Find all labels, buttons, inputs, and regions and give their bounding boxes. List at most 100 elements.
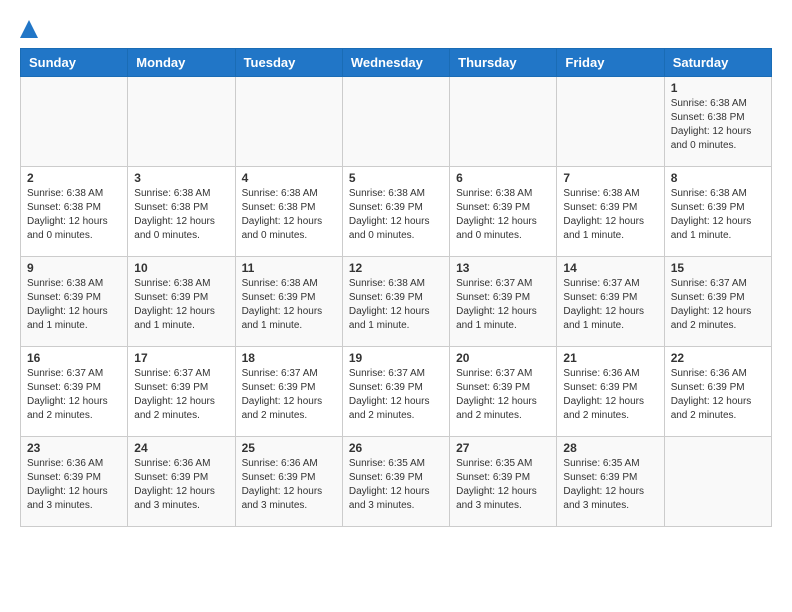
calendar-cell: 24 Sunrise: 6:36 AM Sunset: 6:39 PM Dayli… <box>128 437 235 527</box>
logo-icon <box>20 20 38 38</box>
calendar-header-row: SundayMondayTuesdayWednesdayThursdayFrid… <box>21 49 772 77</box>
day-number: 28 <box>563 441 657 455</box>
day-number: 23 <box>27 441 121 455</box>
calendar-cell <box>128 77 235 167</box>
calendar-cell: 12Sunrise: 6:38 AM Sunset: 6:39 PM Dayli… <box>342 257 449 347</box>
day-number: 7 <box>563 171 657 185</box>
calendar-week-1: 1 Sunrise: 6:38 AM Sunset: 6:38 PM Daylig… <box>21 77 772 167</box>
day-info: Sunrise: 6:38 AM Sunset: 6:38 PM Dayligh… <box>27 187 121 243</box>
day-info: Sunrise: 6:36 AM Sunset: 6:39 PM Dayligh… <box>671 367 765 423</box>
day-number: 14 <box>563 261 657 275</box>
day-number: 24 <box>134 441 228 455</box>
day-info: Sunrise: 6:38 AM Sunset: 6:38 PM Dayligh… <box>242 187 336 243</box>
day-number: 9 <box>27 261 121 275</box>
day-number: 11 <box>242 261 336 275</box>
header-monday: Monday <box>128 49 235 77</box>
calendar-cell: 5 Sunrise: 6:38 AM Sunset: 6:39 PM Daylig… <box>342 167 449 257</box>
calendar-cell: 22 Sunrise: 6:36 AM Sunset: 6:39 PM Dayli… <box>664 347 771 437</box>
day-number: 1 <box>671 81 765 95</box>
calendar-cell: 11Sunrise: 6:38 AM Sunset: 6:39 PM Dayli… <box>235 257 342 347</box>
calendar-cell: 13 Sunrise: 6:37 AM Sunset: 6:39 PM Dayli… <box>450 257 557 347</box>
calendar-cell: 14 Sunrise: 6:37 AM Sunset: 6:39 PM Dayli… <box>557 257 664 347</box>
logo <box>20 20 38 38</box>
day-number: 13 <box>456 261 550 275</box>
header-saturday: Saturday <box>664 49 771 77</box>
calendar-cell: 7 Sunrise: 6:38 AM Sunset: 6:39 PM Daylig… <box>557 167 664 257</box>
day-info: Sunrise: 6:38 AM Sunset: 6:38 PM Dayligh… <box>134 187 228 243</box>
calendar-cell: 27 Sunrise: 6:35 AM Sunset: 6:39 PM Dayli… <box>450 437 557 527</box>
calendar-cell: 3 Sunrise: 6:38 AM Sunset: 6:38 PM Daylig… <box>128 167 235 257</box>
calendar-cell <box>342 77 449 167</box>
day-number: 22 <box>671 351 765 365</box>
calendar-cell <box>235 77 342 167</box>
calendar-table: SundayMondayTuesdayWednesdayThursdayFrid… <box>20 48 772 527</box>
calendar-week-4: 16 Sunrise: 6:37 AM Sunset: 6:39 PM Dayli… <box>21 347 772 437</box>
day-info: Sunrise: 6:38 AM Sunset: 6:39 PM Dayligh… <box>349 277 443 333</box>
day-info: Sunrise: 6:38 AM Sunset: 6:38 PM Dayligh… <box>671 97 765 153</box>
calendar-cell <box>557 77 664 167</box>
day-info: Sunrise: 6:36 AM Sunset: 6:39 PM Dayligh… <box>563 367 657 423</box>
day-number: 3 <box>134 171 228 185</box>
day-number: 21 <box>563 351 657 365</box>
calendar-week-5: 23 Sunrise: 6:36 AM Sunset: 6:39 PM Dayli… <box>21 437 772 527</box>
calendar-cell: 10Sunrise: 6:38 AM Sunset: 6:39 PM Dayli… <box>128 257 235 347</box>
header-sunday: Sunday <box>21 49 128 77</box>
day-info: Sunrise: 6:36 AM Sunset: 6:39 PM Dayligh… <box>27 457 121 513</box>
day-number: 20 <box>456 351 550 365</box>
day-info: Sunrise: 6:37 AM Sunset: 6:39 PM Dayligh… <box>27 367 121 423</box>
day-info: Sunrise: 6:38 AM Sunset: 6:39 PM Dayligh… <box>456 187 550 243</box>
calendar-cell: 20 Sunrise: 6:37 AM Sunset: 6:39 PM Dayli… <box>450 347 557 437</box>
day-info: Sunrise: 6:37 AM Sunset: 6:39 PM Dayligh… <box>563 277 657 333</box>
day-info: Sunrise: 6:35 AM Sunset: 6:39 PM Dayligh… <box>563 457 657 513</box>
calendar-cell: 6Sunrise: 6:38 AM Sunset: 6:39 PM Daylig… <box>450 167 557 257</box>
day-info: Sunrise: 6:38 AM Sunset: 6:39 PM Dayligh… <box>27 277 121 333</box>
day-number: 15 <box>671 261 765 275</box>
calendar-cell: 2 Sunrise: 6:38 AM Sunset: 6:38 PM Daylig… <box>21 167 128 257</box>
day-number: 5 <box>349 171 443 185</box>
calendar-week-2: 2 Sunrise: 6:38 AM Sunset: 6:38 PM Daylig… <box>21 167 772 257</box>
day-info: Sunrise: 6:37 AM Sunset: 6:39 PM Dayligh… <box>134 367 228 423</box>
day-info: Sunrise: 6:35 AM Sunset: 6:39 PM Dayligh… <box>456 457 550 513</box>
day-info: Sunrise: 6:37 AM Sunset: 6:39 PM Dayligh… <box>349 367 443 423</box>
calendar-cell: 19 Sunrise: 6:37 AM Sunset: 6:39 PM Dayli… <box>342 347 449 437</box>
day-number: 27 <box>456 441 550 455</box>
header-thursday: Thursday <box>450 49 557 77</box>
calendar-week-3: 9 Sunrise: 6:38 AM Sunset: 6:39 PM Daylig… <box>21 257 772 347</box>
day-number: 4 <box>242 171 336 185</box>
day-number: 19 <box>349 351 443 365</box>
day-info: Sunrise: 6:35 AM Sunset: 6:39 PM Dayligh… <box>349 457 443 513</box>
header-tuesday: Tuesday <box>235 49 342 77</box>
day-number: 25 <box>242 441 336 455</box>
day-number: 16 <box>27 351 121 365</box>
day-info: Sunrise: 6:37 AM Sunset: 6:39 PM Dayligh… <box>456 367 550 423</box>
calendar-cell: 18 Sunrise: 6:37 AM Sunset: 6:39 PM Dayli… <box>235 347 342 437</box>
calendar-cell: 4 Sunrise: 6:38 AM Sunset: 6:38 PM Daylig… <box>235 167 342 257</box>
day-number: 17 <box>134 351 228 365</box>
calendar-cell: 21 Sunrise: 6:36 AM Sunset: 6:39 PM Dayli… <box>557 347 664 437</box>
calendar-cell: 9 Sunrise: 6:38 AM Sunset: 6:39 PM Daylig… <box>21 257 128 347</box>
day-info: Sunrise: 6:38 AM Sunset: 6:39 PM Dayligh… <box>671 187 765 243</box>
calendar-cell <box>21 77 128 167</box>
calendar-cell <box>664 437 771 527</box>
calendar-cell: 16 Sunrise: 6:37 AM Sunset: 6:39 PM Dayli… <box>21 347 128 437</box>
calendar-cell <box>450 77 557 167</box>
day-info: Sunrise: 6:37 AM Sunset: 6:39 PM Dayligh… <box>242 367 336 423</box>
day-info: Sunrise: 6:37 AM Sunset: 6:39 PM Dayligh… <box>456 277 550 333</box>
day-info: Sunrise: 6:36 AM Sunset: 6:39 PM Dayligh… <box>242 457 336 513</box>
calendar-cell: 26Sunrise: 6:35 AM Sunset: 6:39 PM Dayli… <box>342 437 449 527</box>
header-wednesday: Wednesday <box>342 49 449 77</box>
calendar-cell: 17 Sunrise: 6:37 AM Sunset: 6:39 PM Dayli… <box>128 347 235 437</box>
day-info: Sunrise: 6:37 AM Sunset: 6:39 PM Dayligh… <box>671 277 765 333</box>
day-number: 2 <box>27 171 121 185</box>
page-header <box>20 20 772 38</box>
calendar-cell: 1 Sunrise: 6:38 AM Sunset: 6:38 PM Daylig… <box>664 77 771 167</box>
day-info: Sunrise: 6:38 AM Sunset: 6:39 PM Dayligh… <box>349 187 443 243</box>
day-info: Sunrise: 6:36 AM Sunset: 6:39 PM Dayligh… <box>134 457 228 513</box>
day-number: 18 <box>242 351 336 365</box>
day-info: Sunrise: 6:38 AM Sunset: 6:39 PM Dayligh… <box>134 277 228 333</box>
calendar-cell: 15 Sunrise: 6:37 AM Sunset: 6:39 PM Dayli… <box>664 257 771 347</box>
day-number: 8 <box>671 171 765 185</box>
calendar-cell: 28 Sunrise: 6:35 AM Sunset: 6:39 PM Dayli… <box>557 437 664 527</box>
calendar-cell: 25 Sunrise: 6:36 AM Sunset: 6:39 PM Dayli… <box>235 437 342 527</box>
day-info: Sunrise: 6:38 AM Sunset: 6:39 PM Dayligh… <box>563 187 657 243</box>
